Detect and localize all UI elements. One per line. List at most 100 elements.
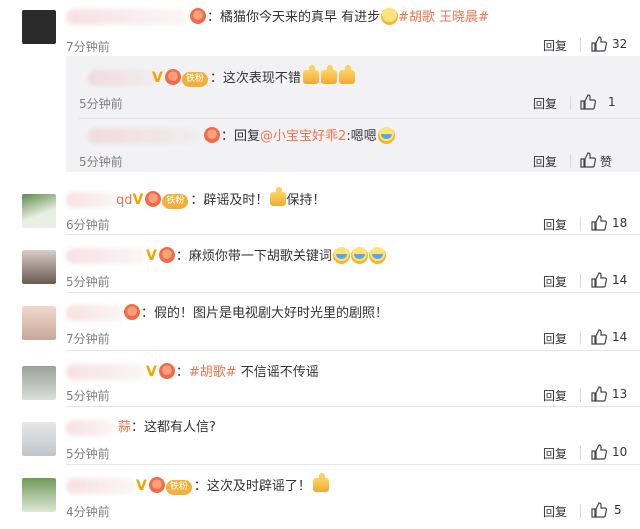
divider — [580, 38, 581, 52]
thumbs-up-emoji-icon — [338, 65, 355, 84]
laugh-cry-emoji-icon — [368, 247, 386, 264]
divider — [580, 504, 581, 518]
divider — [78, 118, 640, 119]
comment-row: ：橘猫你今天来的真早 有进步 #胡歌 王晓晨# 7分钟前 回复 32 — [0, 0, 640, 56]
user-name[interactable] — [66, 248, 146, 264]
thumbs-up-icon[interactable] — [591, 386, 607, 402]
user-name[interactable] — [66, 478, 136, 494]
thumbs-up-icon[interactable] — [591, 502, 607, 518]
comment-text: ：回复@小宝宝好乖2:嗯嗯 — [204, 127, 395, 146]
fan-badge: 铁粉 — [165, 480, 192, 495]
like-count: 1 — [608, 95, 616, 109]
thumbs-up-icon[interactable] — [591, 444, 607, 460]
verified-icon: V — [152, 70, 163, 86]
comment-time: 5分钟前 — [66, 389, 110, 403]
divider — [66, 234, 640, 235]
thumbs-up-icon[interactable] — [591, 329, 607, 345]
avatar[interactable] — [22, 478, 56, 512]
comment-row: 蒜：这都有人信? 5分钟前 回复 10 — [0, 408, 640, 464]
comment-row: ：假的！图片是电视剧大好时光里的剧照！ 7分钟前 回复 14 — [0, 294, 640, 350]
reply-button[interactable]: 回复 — [543, 445, 567, 462]
like-count: 14 — [612, 273, 628, 287]
reply-button[interactable]: 回复 — [543, 503, 567, 520]
thumbs-up-icon[interactable] — [580, 152, 596, 168]
reply-button[interactable]: 回复 — [533, 95, 557, 112]
avatar[interactable] — [22, 10, 56, 44]
like-count: 10 — [612, 445, 628, 459]
divider — [580, 388, 581, 402]
thumbs-up-icon[interactable] — [580, 94, 596, 110]
medal-icon — [145, 191, 162, 207]
verified-icon: V — [146, 248, 157, 264]
comment-text: 蒜：这都有人信? — [118, 420, 216, 435]
verified-icon: V — [136, 478, 147, 494]
comment-text: V 铁粉 ：这次及时辟谣了！ — [136, 473, 329, 496]
divider — [66, 464, 640, 465]
verified-icon: V — [146, 364, 157, 380]
medal-icon — [164, 69, 181, 85]
comment-time: 7分钟前 — [66, 40, 110, 54]
like-count: 5 — [614, 503, 622, 517]
comment-time: 6分钟前 — [66, 218, 110, 232]
comment-text: ：橘猫你今天来的真早 有进步 #胡歌 王晓晨# — [190, 8, 489, 27]
thumbs-up-icon[interactable] — [591, 36, 607, 52]
reply-button[interactable]: 回复 — [543, 330, 567, 347]
laugh-cry-emoji-icon — [332, 247, 350, 264]
reply-button[interactable]: 回复 — [543, 273, 567, 290]
divider — [570, 96, 571, 110]
thumbs-up-emoji-icon — [312, 473, 329, 492]
user-name[interactable] — [88, 128, 198, 144]
reply-button[interactable]: 回复 — [543, 387, 567, 404]
reply-button[interactable]: 回复 — [543, 216, 567, 233]
comment-text: V ：#胡歌# 不信谣不传谣 — [146, 363, 319, 380]
comment-row: qdV 铁粉 ：辟谣及时！ 保持！ 6分钟前 回复 18 — [0, 180, 640, 236]
user-name[interactable] — [66, 420, 116, 436]
medal-icon — [190, 8, 206, 24]
avatar[interactable] — [22, 306, 56, 340]
thumbs-up-icon[interactable] — [591, 215, 607, 231]
like-count: 14 — [612, 330, 628, 344]
sub-reply-row: V 铁粉 ：这次表现不错 5分钟前 回复 1 — [0, 62, 640, 118]
avatar[interactable] — [22, 422, 56, 456]
comment-row: V 铁粉 ：这次及时辟谣了！ 4分钟前 回复 5 — [0, 466, 640, 529]
sub-reply-row: ：回复@小宝宝好乖2:嗯嗯 5分钟前 回复 赞 — [0, 120, 640, 170]
thumbs-up-icon[interactable] — [591, 272, 607, 288]
divider — [570, 154, 571, 168]
comment-time: 4分钟前 — [66, 505, 110, 519]
fan-badge: 铁粉 — [162, 194, 189, 209]
user-name[interactable] — [66, 364, 146, 380]
divider — [580, 274, 581, 288]
medal-icon — [204, 127, 220, 143]
hashtag-link[interactable]: #胡歌# — [189, 365, 237, 380]
divider — [66, 292, 640, 293]
verified-icon: V — [132, 192, 144, 208]
thumbs-up-emoji-icon — [302, 65, 319, 84]
reply-button[interactable]: 回复 — [533, 153, 557, 170]
comment-text: ：假的！图片是电视剧大好时光里的剧照！ — [124, 304, 388, 323]
avatar[interactable] — [22, 250, 56, 284]
comment-time: 7分钟前 — [66, 332, 110, 346]
user-name[interactable] — [88, 70, 158, 86]
user-name[interactable] — [66, 305, 126, 321]
like-count: 13 — [612, 387, 628, 401]
mention-link[interactable]: @小宝宝好乖2 — [260, 129, 346, 144]
user-name[interactable] — [66, 192, 116, 208]
medal-icon — [124, 304, 140, 320]
avatar[interactable] — [22, 366, 56, 400]
avatar[interactable] — [22, 194, 56, 228]
like-count: 32 — [612, 37, 628, 51]
divider — [580, 217, 581, 231]
crying-emoji-icon — [377, 127, 395, 144]
comment-text: V ：麻烦你带一下胡歌关键词 — [146, 247, 386, 266]
user-name[interactable] — [66, 9, 186, 25]
divider — [580, 446, 581, 460]
hashtag-link[interactable]: #胡歌 王晓晨# — [398, 10, 489, 25]
reply-button[interactable]: 回复 — [543, 37, 567, 54]
comment-time: 5分钟前 — [79, 97, 123, 111]
comment-time: 5分钟前 — [79, 155, 123, 169]
comment-row: V ：麻烦你带一下胡歌关键词 5分钟前 回复 14 — [0, 236, 640, 292]
like-count: 赞 — [600, 155, 613, 169]
comment-time: 5分钟前 — [66, 447, 110, 461]
thumbs-up-emoji-icon — [270, 187, 287, 206]
comment-time: 5分钟前 — [66, 275, 110, 289]
